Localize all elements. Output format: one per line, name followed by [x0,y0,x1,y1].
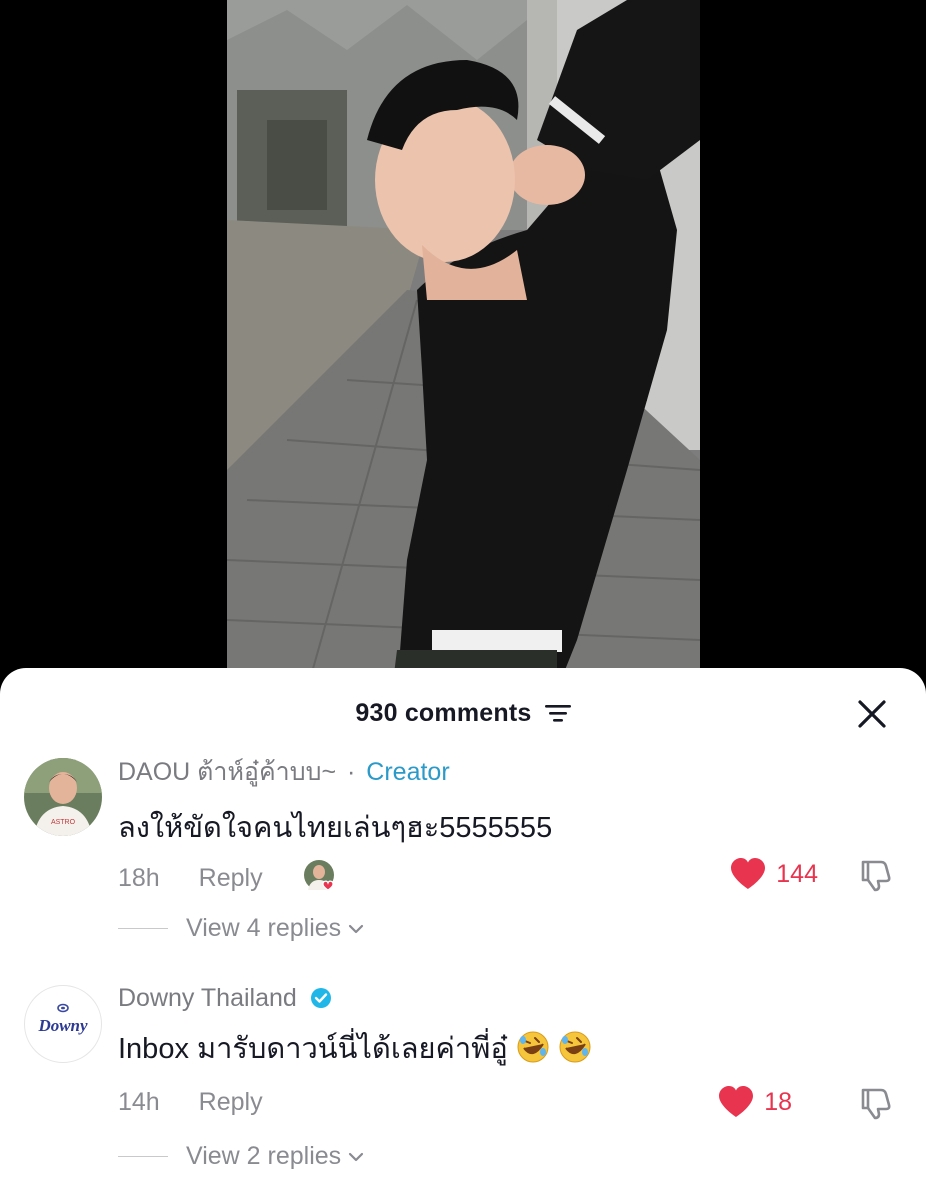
sort-filter-icon[interactable] [544,703,571,723]
comments-count[interactable]: 930 comments [0,698,926,728]
dislike-icon[interactable] [858,858,892,892]
author-name[interactable]: DAOU ต้าห์อู๋ค้าบบ~ [118,758,336,786]
view-replies-button[interactable]: View 4 replies [118,914,365,943]
chevron-down-icon [349,1152,364,1161]
comment-author[interactable]: DAOU ต้าห์อู๋ค้าบบ~ · Creator [118,752,926,792]
dislike-icon[interactable] [858,1086,892,1120]
replies-divider [118,927,168,930]
chevron-down-icon [349,924,364,933]
heart-icon [731,858,766,889]
author-name[interactable]: Downy Thailand [118,984,297,1012]
avatar-image: ASTRO [24,758,102,836]
comment-author[interactable]: Downy Thailand [118,984,926,1013]
view-replies-label: View 2 replies [186,1142,342,1170]
liked-by-creator-badge [303,860,338,894]
comments-count-label: 930 comments [355,698,532,727]
rolling-on-floor-laughing-emoji [559,1031,591,1063]
reply-button[interactable]: Reply [199,1088,263,1116]
video-frame[interactable] [227,0,700,690]
comment-time: 14h [118,1088,160,1116]
comment-meta: 14h Reply [118,1088,263,1117]
reply-button[interactable]: Reply [199,864,263,892]
downy-logo-icon: Downy [37,1003,88,1035]
comments-sheet: 930 comments ASTRO DAOU ต้าห์อู๋ค้าบบ~ ·… [0,668,926,1200]
like-count: 18 [764,1087,792,1116]
comment-item: ASTRO DAOU ต้าห์อู๋ค้าบบ~ · Creator ลงให… [0,758,926,986]
view-replies-label: View 4 replies [186,914,342,942]
comment-time: 18h [118,864,160,892]
creator-avatar-mini-icon [303,860,334,891]
separator-dot: · [347,758,356,786]
verified-badge-icon [310,988,331,1008]
video-player[interactable] [0,0,926,690]
close-icon[interactable] [856,698,888,730]
creator-badge: Creator [366,758,450,786]
view-replies-button[interactable]: View 2 replies [118,1142,365,1171]
avatar[interactable]: ASTRO [24,758,102,836]
video-still-image [227,0,700,690]
comment-item: Downy Downy Thailand Inbox มารับดาวน์นี่… [0,984,926,1200]
comment-text: Inbox มารับดาวน์นี่ได้เลยค่าพี่อู๋ [118,1025,926,1071]
comment-meta: 18h Reply [118,860,338,894]
avatar-brand-text: Downy [37,1016,88,1035]
comment-text: ลงให้ขัดใจคนไทยเล่นๆฮะ5555555 [118,812,553,844]
svg-text:ASTRO: ASTRO [51,819,76,826]
like-count: 144 [776,859,818,888]
avatar[interactable]: Downy [24,985,102,1063]
like-button[interactable]: 144 [730,858,818,890]
rolling-on-floor-laughing-emoji [517,1031,549,1063]
heart-icon [719,1086,754,1117]
comment-text-content: Inbox มารับดาวน์นี่ได้เลยค่าพี่อู๋ [118,1033,508,1065]
replies-divider [118,1155,168,1158]
comments-header: 930 comments [0,668,926,758]
like-button[interactable]: 18 [718,1086,818,1118]
